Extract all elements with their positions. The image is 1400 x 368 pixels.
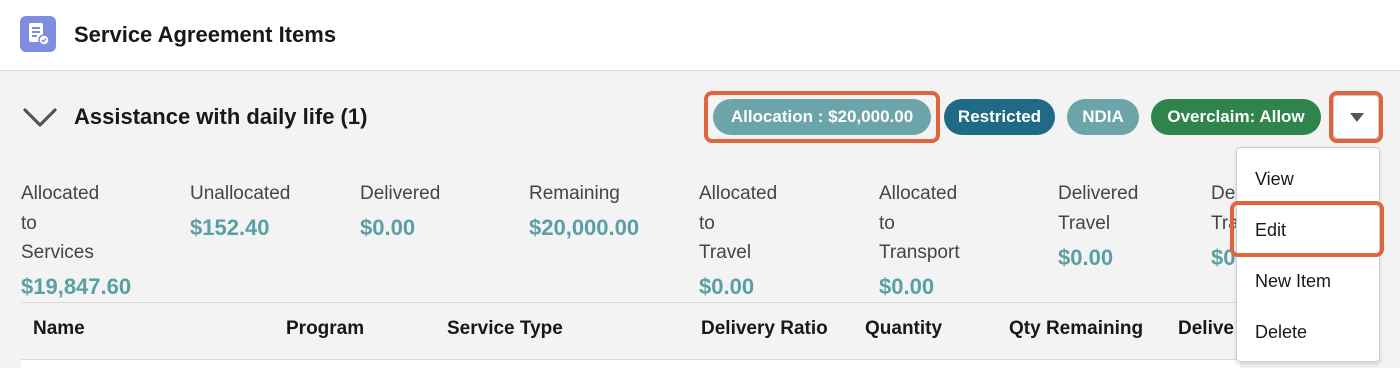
stat-label-line: Services <box>21 242 94 263</box>
overclaim-badge: Overclaim: Allow <box>1151 99 1321 135</box>
menu-item-edit[interactable]: Edit <box>1255 220 1286 241</box>
stat-label-line: Allocated <box>879 183 958 204</box>
restricted-badge: Restricted <box>944 99 1055 135</box>
caret-down-icon <box>1350 113 1364 122</box>
column-header-delivered[interactable]: Delive <box>1178 318 1234 340</box>
allocation-badge: Allocation : $20,000.00 <box>713 99 931 135</box>
stat-label-line: Allocated <box>21 183 100 204</box>
stat-label-line: Allocated <box>699 183 778 204</box>
stat-value-remaining: $20,000.00 <box>529 215 640 240</box>
stat-value-unallocated: $152.40 <box>190 215 270 240</box>
stat-label-line: to <box>21 212 37 234</box>
stat-label-partial: De Tra <box>1211 179 1239 238</box>
column-header-delivery-ratio[interactable]: Delivery Ratio <box>701 318 828 340</box>
service-agreement-icon <box>20 16 56 52</box>
column-header-program[interactable]: Program <box>286 318 364 340</box>
stat-label-line: De <box>1211 183 1236 204</box>
stat-label-remaining: Remaining <box>529 183 620 204</box>
actions-dropdown-button[interactable] <box>1333 95 1379 139</box>
stat-value-delivered-travel: $0.00 <box>1058 245 1114 270</box>
stat-value-allocated-travel: $0.00 <box>699 274 755 299</box>
stat-value-allocated-transport: $0.00 <box>879 274 935 299</box>
stat-label-line: Tra <box>1211 212 1239 234</box>
table-header: Name Program Service Type Delivery Ratio… <box>21 302 1240 360</box>
stat-label-line: Travel <box>1058 212 1111 234</box>
stat-label-line: Transport <box>879 242 960 263</box>
stat-label-line: Travel <box>699 242 752 263</box>
stat-value-delivered: $0.00 <box>360 215 416 240</box>
stat-label-allocated-travel: Allocated to Travel <box>699 179 777 268</box>
card-title: Service Agreement Items <box>74 22 337 47</box>
stat-label-line: to <box>699 212 715 234</box>
stat-label-line: Delivered <box>1058 183 1139 204</box>
stat-label-allocated-transport: Allocated to Transport <box>879 179 960 268</box>
actions-menu: View Edit New Item Delete <box>1236 147 1380 362</box>
stat-value-partial: $0 <box>1211 245 1236 270</box>
card-header: Service Agreement Items <box>0 0 1400 71</box>
menu-item-delete[interactable]: Delete <box>1255 322 1307 343</box>
table-row <box>21 360 1240 368</box>
stat-label-delivered-travel: Delivered Travel <box>1058 179 1138 238</box>
ndia-badge: NDIA <box>1067 99 1139 135</box>
section-title[interactable]: Assistance with daily life (1) <box>74 104 367 130</box>
stat-label-allocated-services: Allocated to Services <box>21 179 99 268</box>
collapse-chevron-icon[interactable] <box>22 106 58 130</box>
stat-label-unallocated: Unallocated <box>190 183 291 204</box>
column-header-service-type[interactable]: Service Type <box>447 318 563 340</box>
stat-label-delivered: Delivered <box>360 183 441 204</box>
stat-value-allocated-services: $19,847.60 <box>21 274 132 299</box>
column-header-qty-remaining[interactable]: Qty Remaining <box>1009 318 1143 340</box>
column-header-quantity[interactable]: Quantity <box>865 318 942 340</box>
menu-item-view[interactable]: View <box>1255 169 1294 190</box>
column-header-name[interactable]: Name <box>33 318 85 340</box>
menu-item-new-item[interactable]: New Item <box>1255 271 1331 292</box>
stat-label-line: to <box>879 212 895 234</box>
